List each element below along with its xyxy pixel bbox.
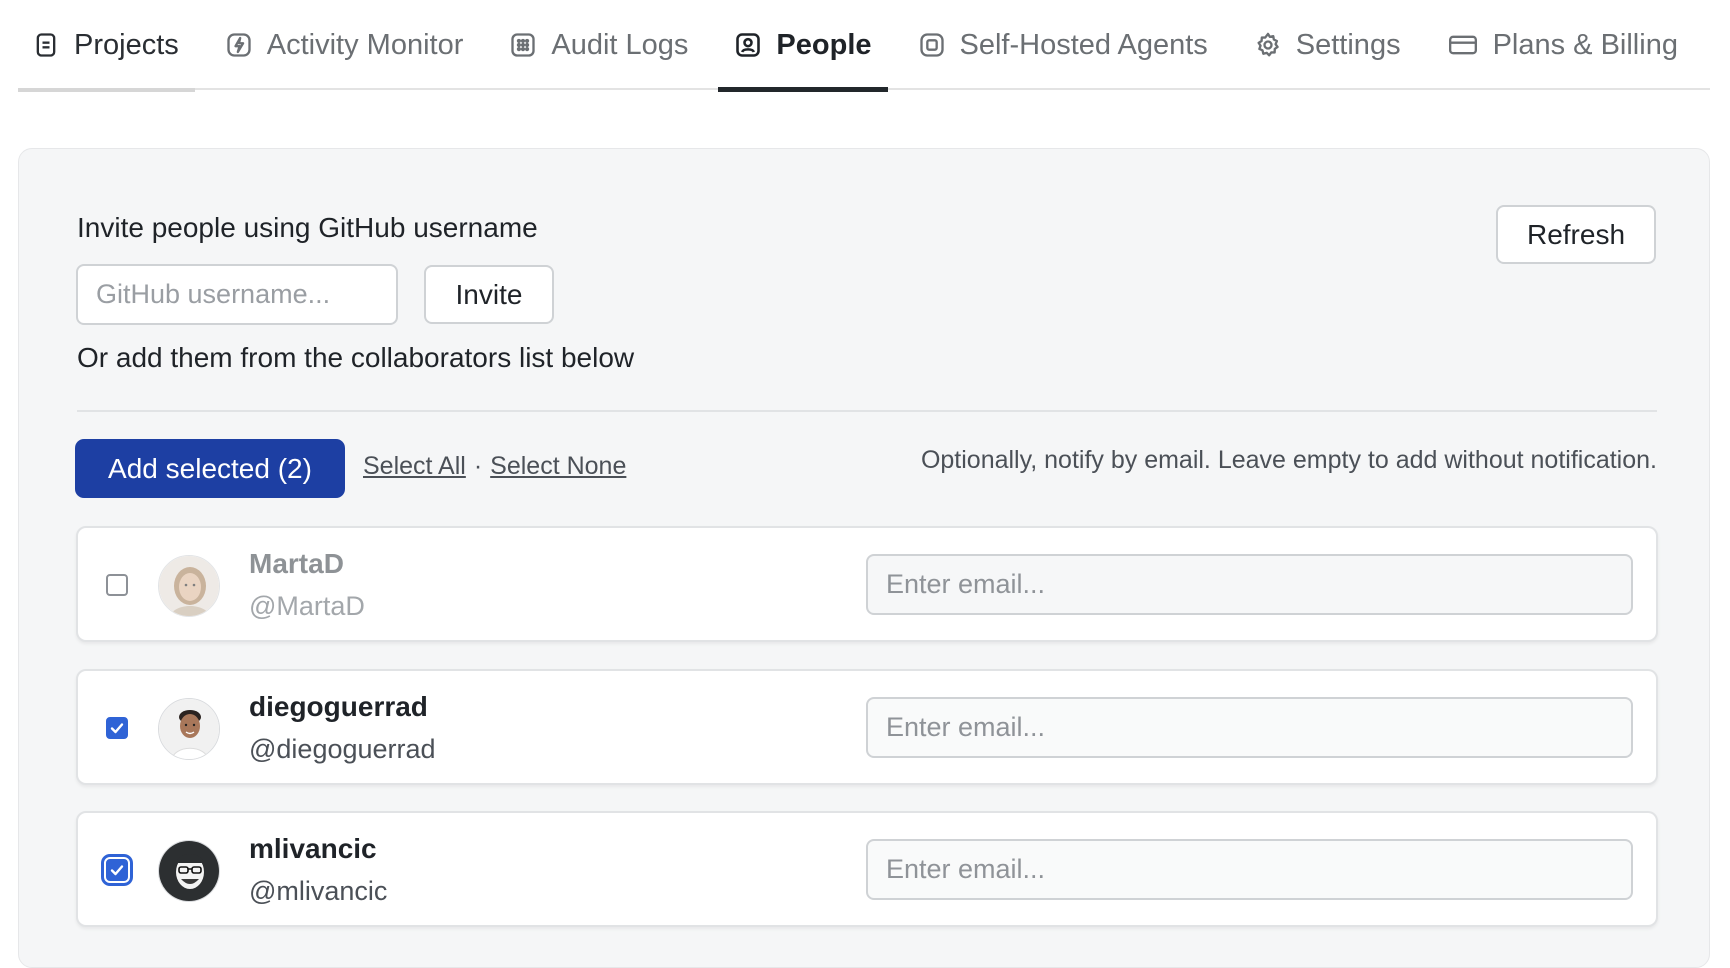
notify-hint: Optionally, notify by email. Leave empty… bbox=[920, 446, 1657, 474]
collaborator-row: MartaD @MartaD bbox=[76, 526, 1658, 642]
lightning-icon bbox=[225, 31, 253, 59]
refresh-button[interactable]: Refresh bbox=[1496, 205, 1656, 264]
tab-plans-billing[interactable]: Plans & Billing bbox=[1431, 0, 1694, 90]
separator: · bbox=[473, 452, 483, 480]
tab-label: Audit Logs bbox=[551, 28, 689, 61]
collaborator-checkbox[interactable] bbox=[106, 574, 128, 596]
collaborator-handle: @MartaD bbox=[249, 591, 365, 621]
selection-links: Select All · Select None bbox=[363, 452, 626, 481]
collaborator-handle: @mlivancic bbox=[249, 876, 388, 906]
collaborator-row: mlivancic @mlivancic bbox=[76, 811, 1658, 927]
org-tabs: Projects Activity Monitor Audit Logs Peo… bbox=[18, 0, 1710, 92]
tab-audit-logs[interactable]: Audit Logs bbox=[493, 0, 704, 90]
person-badge-icon bbox=[734, 31, 762, 59]
tab-self-hosted-agents[interactable]: Self-Hosted Agents bbox=[902, 0, 1224, 90]
checkmark-icon bbox=[110, 723, 124, 734]
collaborator-name: diegoguerrad bbox=[249, 691, 428, 722]
tab-activity-monitor[interactable]: Activity Monitor bbox=[209, 0, 480, 90]
email-field[interactable] bbox=[866, 554, 1633, 615]
tab-people[interactable]: People bbox=[718, 0, 888, 92]
tab-label: Self-Hosted Agents bbox=[959, 28, 1208, 61]
tab-label: Activity Monitor bbox=[266, 28, 464, 61]
people-panel: Invite people using GitHub username Invi… bbox=[18, 148, 1710, 968]
add-selected-button[interactable]: Add selected (2) bbox=[75, 439, 345, 498]
collaborator-checkbox[interactable] bbox=[101, 854, 133, 886]
select-all-link[interactable]: Select All bbox=[363, 452, 466, 481]
collaborators-hint: Or add them from the collaborators list … bbox=[77, 342, 635, 373]
tab-label: People bbox=[776, 28, 872, 61]
avatar bbox=[158, 840, 220, 902]
chip-icon bbox=[918, 31, 946, 59]
invite-heading: Invite people using GitHub username bbox=[77, 212, 538, 243]
tab-projects[interactable]: Projects bbox=[18, 0, 195, 92]
credit-card-icon bbox=[1447, 31, 1479, 59]
collaborator-row: diegoguerrad @diegoguerrad bbox=[76, 669, 1658, 785]
tab-label: Projects bbox=[74, 28, 179, 61]
tab-label: Plans & Billing bbox=[1492, 28, 1678, 61]
tab-settings[interactable]: Settings bbox=[1238, 0, 1417, 90]
avatar bbox=[158, 698, 220, 760]
gear-icon bbox=[1254, 31, 1282, 59]
invite-button[interactable]: Invite bbox=[424, 265, 554, 324]
collaborator-handle: @diegoguerrad bbox=[249, 734, 436, 764]
collaborator-name: mlivancic bbox=[249, 833, 377, 864]
collaborator-checkbox[interactable] bbox=[106, 717, 128, 739]
tab-label: Settings bbox=[1295, 28, 1401, 61]
divider bbox=[77, 410, 1657, 412]
document-icon bbox=[32, 31, 60, 59]
avatar bbox=[158, 555, 220, 617]
collaborator-name: MartaD bbox=[249, 548, 344, 579]
select-none-link[interactable]: Select None bbox=[490, 452, 626, 481]
grid-icon bbox=[509, 31, 537, 59]
github-username-input[interactable] bbox=[76, 264, 398, 325]
email-field[interactable] bbox=[866, 697, 1633, 758]
checkmark-icon bbox=[110, 865, 124, 876]
email-field[interactable] bbox=[866, 839, 1633, 900]
